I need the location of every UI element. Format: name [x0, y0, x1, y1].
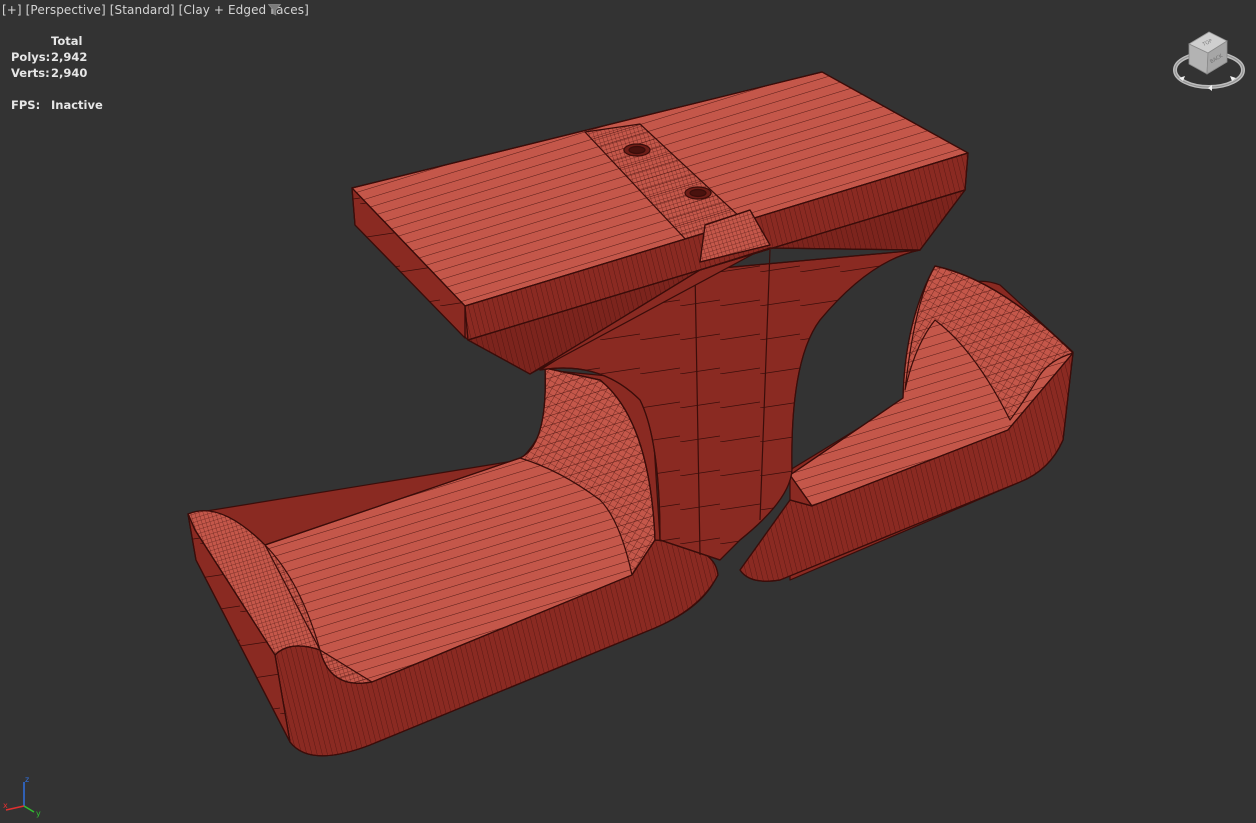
- axis-y-label: y: [36, 809, 41, 818]
- anvil-model[interactable]: [0, 0, 1256, 823]
- axis-x-label: x: [3, 801, 8, 810]
- axis-tripod-icon: z x y: [3, 775, 41, 818]
- axis-z-label: z: [25, 775, 29, 784]
- perspective-viewport[interactable]: [+] [Perspective] [Standard] [Clay + Edg…: [0, 0, 1256, 823]
